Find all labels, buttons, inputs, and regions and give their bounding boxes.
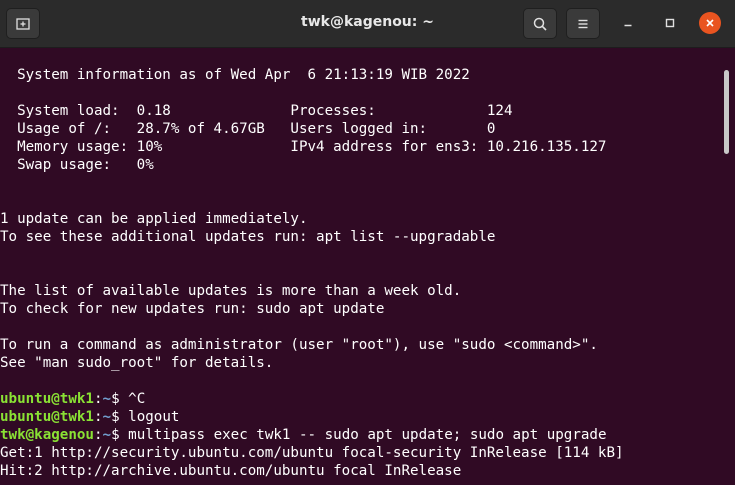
maximize-icon [665, 18, 675, 28]
prompt-command: multipass exec twk1 -- sudo apt update; … [128, 427, 607, 443]
sysinfo-row: Memory usage: 10% IPv4 address for ens3:… [0, 139, 607, 155]
apt-output-line: Hit:2 http://archive.ubuntu.com/ubuntu f… [0, 463, 462, 479]
prompt-separator: : [93, 427, 103, 443]
hamburger-menu-icon [578, 19, 588, 28]
prompt-user: twk@kagenou [0, 427, 94, 443]
update-message: To see these additional updates run: apt… [0, 229, 496, 245]
prompt-line: ubuntu@twk1:~$ logout [0, 408, 722, 426]
search-icon [533, 17, 547, 31]
prompt-line: twk@kagenou:~$ multipass exec twk1 -- su… [0, 426, 722, 444]
menu-button[interactable] [566, 8, 600, 39]
scrollbar-thumb[interactable] [724, 70, 729, 154]
scrollbar[interactable] [723, 48, 731, 485]
prompt-user: ubuntu@twk1 [0, 391, 94, 407]
prompt-symbol: $ [111, 409, 129, 425]
close-icon [706, 19, 714, 27]
search-button[interactable] [523, 8, 557, 39]
terminal-window: twk@kagenou: ~ System information as of … [0, 0, 735, 485]
prompt-command: logout [128, 409, 180, 425]
prompt-user: ubuntu@twk1 [0, 409, 94, 425]
minimize-icon [624, 24, 632, 27]
prompt-path: ~ [102, 391, 112, 407]
stale-list-message: To check for new updates run: sudo apt u… [0, 301, 385, 317]
prompt-separator: : [93, 409, 103, 425]
prompt-symbol: $ [111, 391, 129, 407]
stale-list-message: The list of available updates is more th… [0, 283, 462, 299]
title-bar: twk@kagenou: ~ [0, 0, 735, 48]
prompt-separator: : [93, 391, 103, 407]
sudo-notice: To run a command as administrator (user … [0, 337, 598, 353]
prompt-path: ~ [102, 409, 112, 425]
close-button[interactable] [699, 12, 721, 34]
prompt-path: ~ [102, 427, 112, 443]
sudo-notice: See "man sudo_root" for details. [0, 355, 274, 371]
sysinfo-header: System information as of Wed Apr 6 21:13… [0, 67, 470, 83]
terminal-output[interactable]: System information as of Wed Apr 6 21:13… [0, 48, 722, 485]
prompt-symbol: $ [111, 427, 129, 443]
minimize-button[interactable] [617, 12, 639, 34]
apt-output-line: Get:1 http://security.ubuntu.com/ubuntu … [0, 445, 624, 461]
sysinfo-row: Swap usage: 0% [0, 157, 154, 173]
maximize-button[interactable] [659, 12, 681, 34]
sysinfo-row: Usage of /: 28.7% of 4.67GB Users logged… [0, 121, 496, 137]
sysinfo-row: System load: 0.18 Processes: 124 [0, 103, 513, 119]
prompt-line: ubuntu@twk1:~$ ^C [0, 390, 722, 408]
prompt-command: ^C [128, 391, 146, 407]
update-message: 1 update can be applied immediately. [0, 211, 308, 227]
